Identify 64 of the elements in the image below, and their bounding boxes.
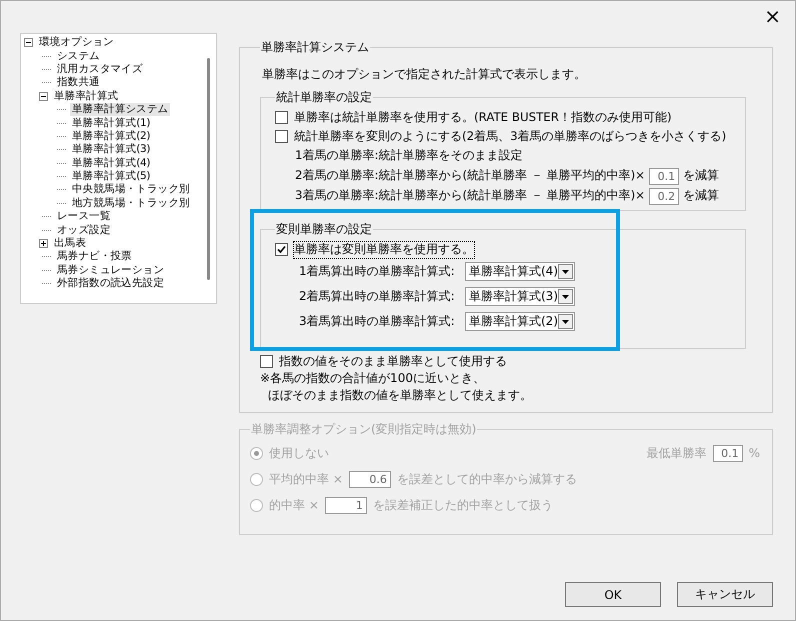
note-text: を減算 — [683, 188, 720, 204]
tree-item[interactable]: 馬券シミュレーション — [55, 264, 166, 277]
tree-item[interactable]: 単勝率計算式(5) — [70, 170, 152, 184]
formula-dropdown[interactable]: 単勝率計算式(2) — [465, 312, 575, 331]
expand-icon[interactable] — [39, 239, 48, 248]
tree-item[interactable]: 汎用カスタマイズ — [55, 62, 145, 76]
note-text: 1着馬の単勝率:統計単勝率をそのまま設定 — [295, 148, 522, 164]
tree-item[interactable]: 単勝率計算式(4) — [70, 156, 152, 170]
tree-item[interactable]: 単勝率計算式(1) — [70, 116, 152, 130]
tree-item[interactable]: 単勝率計算式(3) — [70, 143, 152, 156]
group-title: 単勝率調整オプション(変則指定時は無効) — [250, 421, 478, 438]
formula-label: 1着馬算出時の単勝率計算式: — [299, 263, 456, 280]
group-title: 単勝率計算システム — [260, 39, 370, 56]
tree-item[interactable]: 出馬表 — [52, 237, 88, 250]
checkbox-label: 単勝率は変則単勝率を使用する。 — [294, 242, 474, 258]
caret-icon — [562, 270, 569, 274]
dialog-button[interactable]: OK — [565, 582, 661, 607]
checkbox[interactable] — [275, 111, 288, 124]
description-text: 単勝率はこのオプションで指定された計算式で表示します。 — [262, 66, 587, 83]
number-field[interactable]: 0.1 — [649, 168, 680, 184]
checkbox-label: 統計単勝率を変則のようにする(2着馬、3着馬の単勝率のばらつきを小さくする) — [294, 128, 726, 144]
radio-label: を誤差補正した的中率として扱う — [372, 496, 553, 514]
dialog-button[interactable]: キャンセル — [677, 582, 773, 607]
note-text: 2着馬の単勝率:統計単勝率から(統計単勝率 － 単勝平均的中率)× — [295, 168, 646, 184]
tree-item[interactable]: レース一覧 — [55, 210, 113, 224]
collapse-icon[interactable] — [39, 92, 48, 101]
unit-label: % — [748, 446, 760, 460]
radio-label: 使用しない — [269, 444, 329, 462]
caret-icon — [562, 320, 569, 324]
formula-dropdown[interactable]: 単勝率計算式(4) — [465, 262, 575, 281]
tree-item[interactable]: 単勝率計算式(2) — [70, 130, 152, 143]
group-title: 統計単勝率の設定 — [275, 89, 373, 106]
formula-dropdown[interactable]: 単勝率計算式(3) — [465, 287, 575, 306]
tree-item[interactable]: 外部指数の読込先設定 — [55, 277, 166, 290]
tree-item[interactable]: オッズ設定 — [55, 224, 113, 237]
formula-label: 2着馬算出時の単勝率計算式: — [299, 288, 456, 305]
radio-label: を誤差として的中率から減算する — [396, 470, 577, 488]
tree-item[interactable]: 環境オプション — [37, 36, 116, 50]
radio-label: 的中率 × — [269, 496, 319, 514]
note-text: を減算 — [683, 168, 720, 184]
note-text: 3着馬の単勝率:統計単勝率から(統計単勝率 － 単勝平均的中率)× — [295, 188, 646, 204]
scrollbar[interactable] — [206, 58, 211, 280]
collapse-icon[interactable] — [24, 38, 33, 48]
tree-item[interactable]: 地方競馬場・トラック別 — [70, 196, 192, 210]
formula-label: 3着馬算出時の単勝率計算式: — [299, 313, 456, 330]
checkbox[interactable] — [275, 243, 288, 256]
note-text: ※各馬の指数の合計値が100に近いとき、 — [260, 370, 486, 387]
tree-item[interactable]: 単勝率計算式 — [52, 90, 120, 103]
tree-item[interactable]: 馬券ナビ・投票 — [55, 250, 134, 264]
tree-item[interactable]: 中央競馬場・トラック別 — [70, 183, 192, 196]
tree-item[interactable]: 指数共通 — [55, 76, 102, 90]
close-button[interactable]: × — [756, 2, 789, 29]
min-rate-label: 最低単勝率 — [646, 444, 707, 462]
tree-item[interactable]: システム — [55, 50, 102, 63]
note-text: ほぼそのまま指数の値を単勝率として使えます。 — [267, 387, 533, 404]
group-title: 変則単勝率の設定 — [275, 221, 373, 238]
radio-label: 平均的中率 × — [269, 470, 343, 488]
checkbox-label: 指数の値をそのまま単勝率として使用する — [279, 354, 507, 370]
checkbox[interactable] — [275, 130, 288, 143]
number-field[interactable]: 0.2 — [649, 188, 680, 204]
tree-item[interactable]: 単勝率計算システム — [70, 103, 170, 116]
checkbox[interactable] — [260, 355, 273, 368]
checkbox-label: 単勝率は統計単勝率を使用する。(RATE BUSTER！指数のみ使用可能) — [294, 110, 672, 126]
caret-icon — [562, 294, 569, 298]
